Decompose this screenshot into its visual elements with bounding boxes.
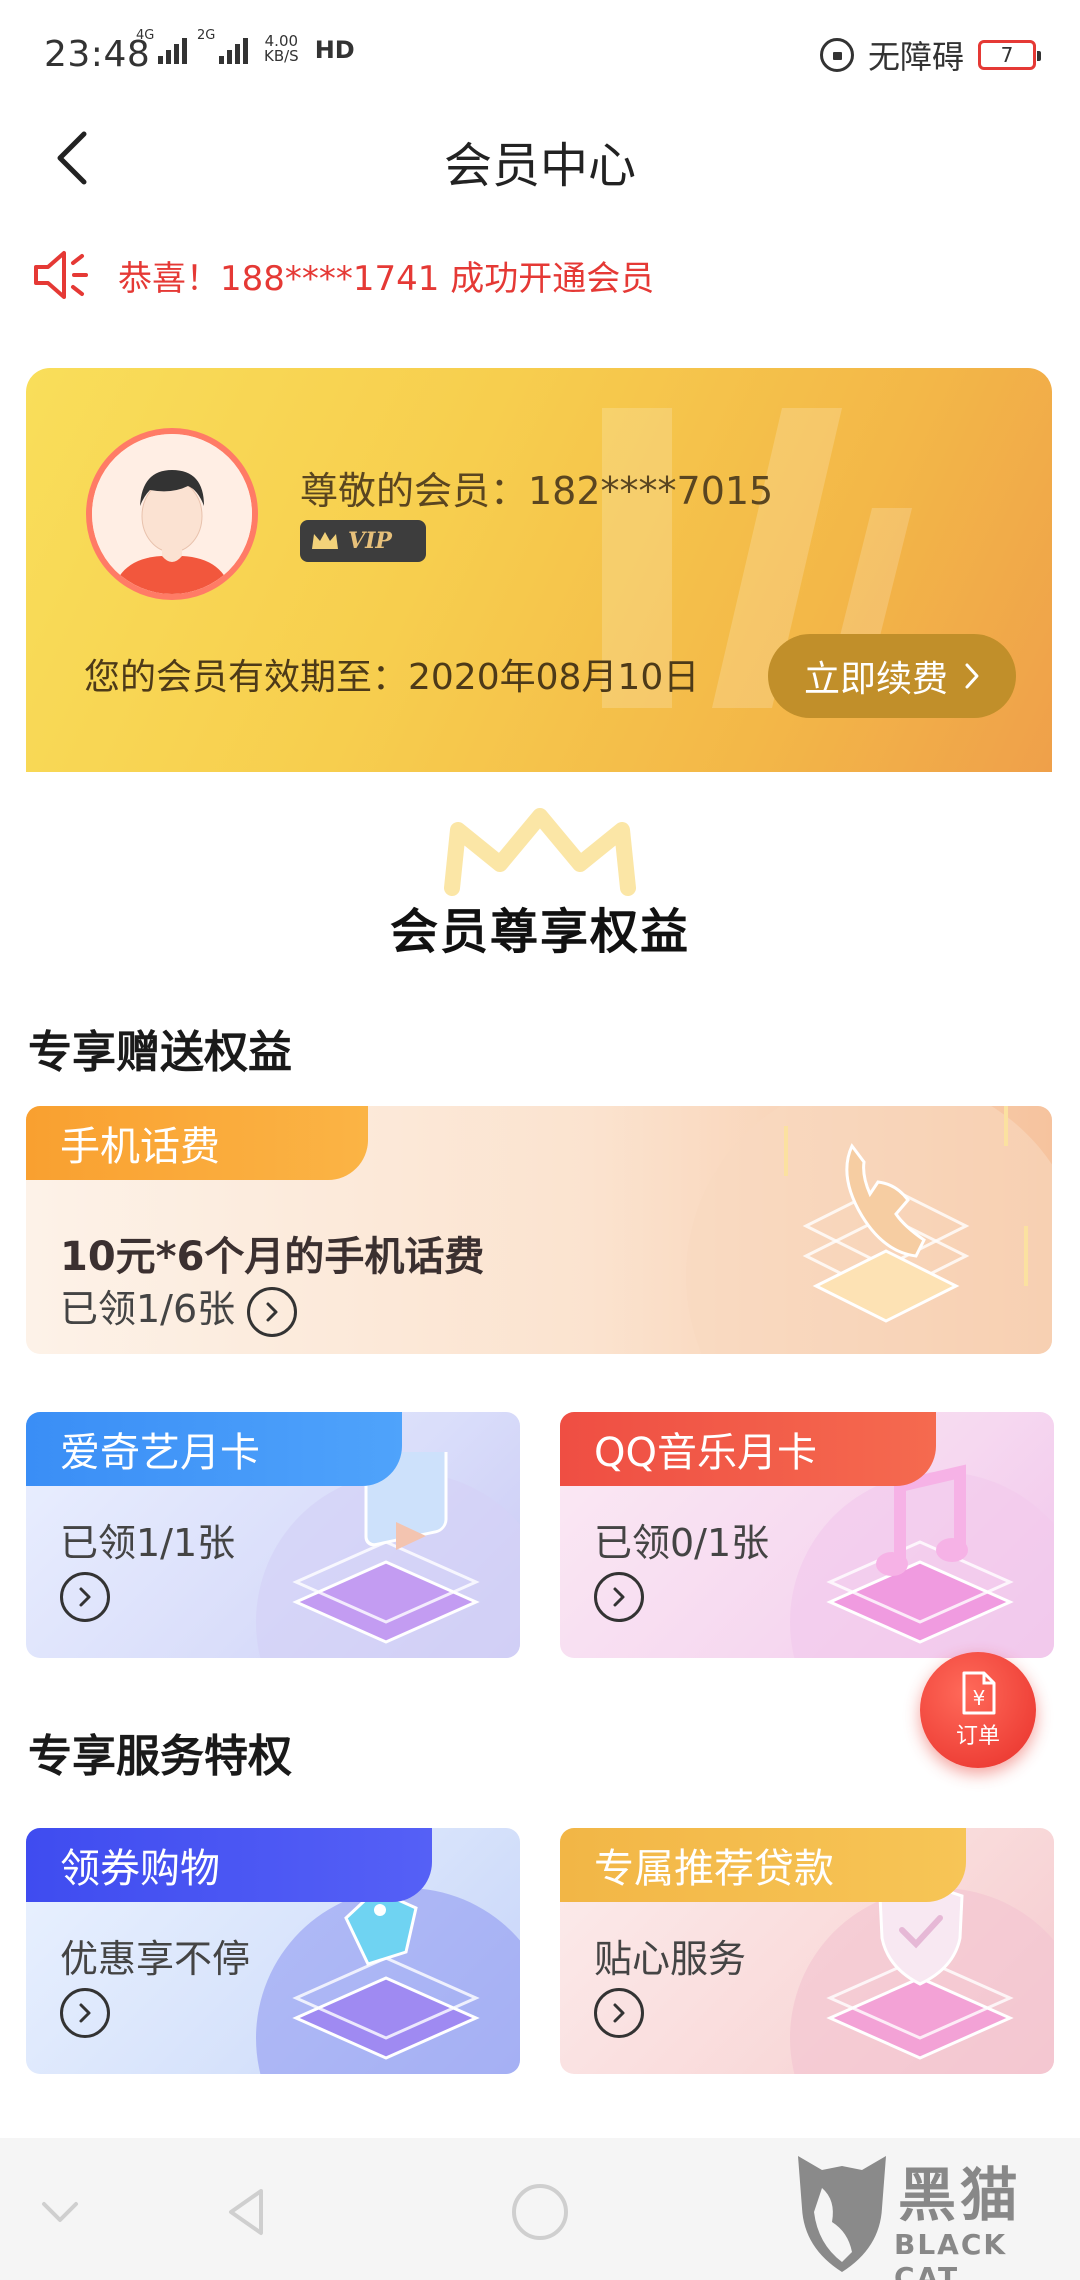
qqmusic-status: 已领0/1张 bbox=[594, 1521, 770, 1565]
iqiyi-status: 已领1/1张 bbox=[60, 1521, 236, 1565]
crown-decoration-icon bbox=[444, 808, 636, 896]
black-cat-watermark: 黑猫 BLACK CAT bbox=[792, 2148, 1072, 2280]
loan-tag: 专属推荐贷款 bbox=[560, 1828, 966, 1902]
phone-bill-card[interactable]: 手机话费 10元*6个月的手机话费 已领1/6张 bbox=[26, 1106, 1052, 1354]
circle-home-icon bbox=[512, 2184, 568, 2240]
nav-collapse-button[interactable] bbox=[20, 2172, 100, 2252]
status-time: 23:48 bbox=[44, 34, 151, 75]
chevron-down-icon bbox=[42, 2202, 78, 2222]
battery-icon: 7 bbox=[978, 40, 1041, 70]
network-indicators: 4G 2G 4.00 KB/S HD bbox=[136, 28, 355, 65]
benefits-title: 会员尊享权益 bbox=[389, 904, 690, 960]
member-card: 尊敬的会员：182****7015 VIP 您的会员有效期至：2020年08月1… bbox=[26, 368, 1052, 772]
arrow-circle-icon[interactable] bbox=[60, 1572, 110, 1622]
black-cat-logo-icon bbox=[798, 2156, 886, 2272]
triangle-back-icon bbox=[229, 2189, 263, 2235]
nav-home-button[interactable] bbox=[500, 2172, 580, 2252]
iqiyi-tag: 爱奇艺月卡 bbox=[26, 1412, 402, 1486]
gift-section-title: 专享赠送权益 bbox=[28, 1027, 292, 1078]
arrow-circle-icon[interactable] bbox=[594, 1988, 644, 2038]
renew-button[interactable]: 立即续费 bbox=[768, 634, 1016, 718]
phone-bill-status-row: 已领1/6张 bbox=[60, 1278, 298, 1337]
iqiyi-arrow-row bbox=[60, 1572, 110, 1622]
benefits-heading: 会员尊享权益 bbox=[0, 800, 1080, 970]
vip-badge: VIP bbox=[300, 520, 426, 562]
status-right: 无障碍 7 bbox=[819, 32, 1041, 78]
phone-bill-tag: 手机话费 bbox=[26, 1106, 368, 1180]
iqiyi-card[interactable]: 爱奇艺月卡 已领1/1张 bbox=[26, 1412, 520, 1658]
coupon-arrow-row bbox=[60, 1988, 110, 2038]
avatar[interactable] bbox=[86, 428, 258, 600]
coupon-tag: 领券购物 bbox=[26, 1828, 432, 1902]
member-name: 尊敬的会员：182****7015 bbox=[300, 469, 774, 513]
net-speed: 4.00 KB/S bbox=[264, 32, 299, 65]
phone-bill-headline: 10元*6个月的手机话费 bbox=[60, 1234, 485, 1280]
speaker-icon bbox=[34, 251, 88, 299]
service-section-title: 专享服务特权 bbox=[28, 1731, 292, 1782]
order-label: 订单 bbox=[955, 1724, 1000, 1749]
notice-bar: 恭喜！188****1741 成功开通会员 bbox=[30, 240, 1050, 310]
coupon-card[interactable]: 领券购物 优惠享不停 bbox=[26, 1828, 520, 2074]
arrow-circle-icon[interactable] bbox=[60, 1988, 110, 2038]
qqmusic-tag: QQ音乐月卡 bbox=[560, 1412, 936, 1486]
arrow-circle-icon[interactable] bbox=[247, 1286, 298, 1337]
app-header: 会员中心 bbox=[0, 110, 1080, 206]
crown-icon bbox=[312, 532, 338, 549]
qqmusic-arrow-row bbox=[594, 1572, 644, 1622]
renew-button-label: 立即续费 bbox=[803, 659, 948, 700]
coupon-desc: 优惠享不停 bbox=[60, 1937, 251, 1981]
user-avatar-icon bbox=[92, 434, 252, 594]
accessibility-label: 无障碍 bbox=[867, 38, 964, 76]
membership-expiry: 您的会员有效期至：2020年08月10日 bbox=[84, 657, 700, 698]
order-document-icon: ¥ bbox=[962, 1671, 996, 1715]
phone-bill-status: 已领1/6张 bbox=[60, 1287, 236, 1331]
hd-icon: HD bbox=[314, 36, 355, 64]
watermark-en: BLACK CAT bbox=[894, 2228, 1008, 2280]
watermark-cn: 黑猫 bbox=[898, 2161, 1023, 2229]
qqmusic-card[interactable]: QQ音乐月卡 已领0/1张 bbox=[560, 1412, 1054, 1658]
loan-card[interactable]: 专属推荐贷款 贴心服务 bbox=[560, 1828, 1054, 2074]
phone-illustration-icon bbox=[686, 1106, 1052, 1354]
nav-back-button[interactable] bbox=[206, 2172, 286, 2252]
signal-4g-icon: 4G bbox=[136, 28, 187, 64]
notice-text: 恭喜！188****1741 成功开通会员 bbox=[118, 258, 655, 299]
loan-desc: 贴心服务 bbox=[594, 1937, 747, 1981]
arrow-circle-icon[interactable] bbox=[594, 1572, 644, 1622]
loan-arrow-row bbox=[594, 1988, 644, 2038]
chevron-right-icon bbox=[965, 663, 979, 689]
order-button[interactable]: ¥ 订单 bbox=[920, 1652, 1036, 1768]
system-nav-bar: 黑猫 BLACK CAT bbox=[0, 2138, 1080, 2280]
signal-2g-icon: 2G bbox=[197, 28, 248, 64]
rotation-lock-icon bbox=[819, 38, 854, 72]
page-title: 会员中心 bbox=[443, 138, 636, 194]
svg-text:¥: ¥ bbox=[973, 1686, 986, 1710]
status-bar: 23:48 4G 2G 4.00 KB/S HD 无障碍 7 bbox=[0, 0, 1080, 110]
